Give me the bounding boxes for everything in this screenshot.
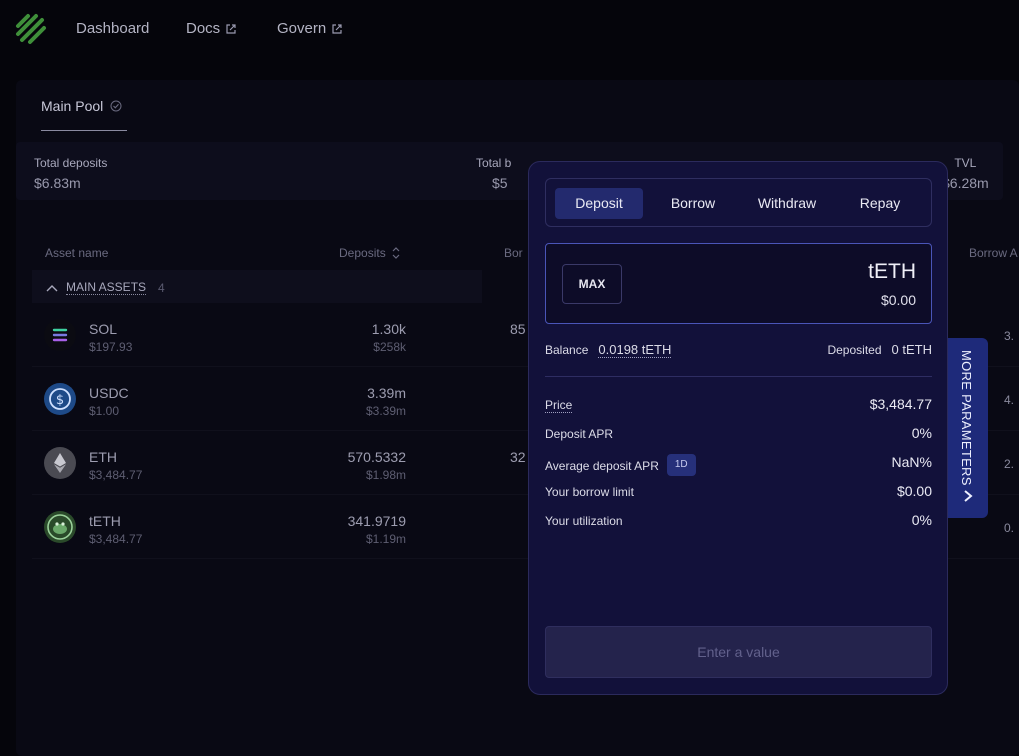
teth-icon — [44, 511, 76, 543]
stat-total-borrows: Total b $5 — [476, 156, 511, 191]
asset-deposits: 341.9719 — [347, 513, 406, 529]
asset-deposits-usd: $3.39m — [365, 404, 406, 418]
asset-borrow-apr: 4. — [1004, 393, 1015, 407]
nav-dashboard[interactable]: Dashboard — [76, 20, 149, 37]
divider — [545, 376, 932, 377]
asset-deposits-usd: $1.19m — [365, 532, 406, 546]
deposited: Deposited 0 tETH — [827, 342, 932, 357]
action-tabs: Deposit Borrow Withdraw Repay — [545, 178, 932, 227]
param-label: Average deposit APR — [545, 459, 659, 473]
submit-button[interactable]: Enter a value — [545, 626, 932, 678]
balance-label: Balance — [545, 343, 589, 357]
col-header-deposits-label: Deposits — [339, 246, 386, 260]
stat-total-deposits: Total deposits $6.83m — [34, 156, 107, 191]
tab-main-pool[interactable]: Main Pool — [41, 98, 122, 114]
param-label: Your utilization — [545, 514, 623, 528]
asset-price: $3,484.77 — [89, 468, 143, 482]
asset-borrow-apr: 3. — [1004, 329, 1015, 343]
tab-withdraw[interactable]: Withdraw — [741, 188, 833, 219]
asset-price: $3,484.77 — [89, 532, 143, 546]
asset-price: $1.00 — [89, 404, 120, 418]
asset-deposits: 1.30k — [371, 321, 406, 337]
asset-name: SOL — [89, 321, 118, 337]
chevron-right-icon — [964, 490, 973, 502]
col-header-deposits[interactable]: Deposits — [339, 246, 400, 260]
token-symbol: tETH — [868, 260, 916, 283]
chevron-up-icon — [46, 284, 58, 291]
group-row-main-assets[interactable]: MAIN ASSETS 4 — [32, 270, 482, 303]
group-label: MAIN ASSETS 4 — [46, 280, 165, 295]
param-price: Price $3,484.77 — [545, 396, 932, 416]
more-parameters-tab[interactable]: MORE PARAMETERS — [948, 338, 988, 518]
param-value: $3,484.77 — [869, 396, 932, 412]
more-parameters-label: MORE PARAMETERS — [959, 350, 974, 486]
group-name: MAIN ASSETS — [66, 280, 147, 295]
nav-docs[interactable]: Docs — [186, 20, 237, 37]
period-badge[interactable]: 1D — [666, 454, 696, 476]
asset-borrows: 32 — [510, 449, 526, 465]
param-value: 0% — [911, 425, 932, 441]
eth-icon — [44, 447, 76, 479]
param-label: Your borrow limit — [545, 485, 634, 499]
stat-value: $6.83m — [34, 175, 81, 191]
balance: Balance 0.0198 tETH — [545, 342, 672, 358]
param-label[interactable]: Price — [545, 398, 573, 413]
asset-deposits-usd: $1.98m — [365, 468, 406, 482]
param-deposit-apr: Deposit APR 0% — [545, 425, 932, 445]
stat-tvl: TVL $6.28m — [942, 156, 989, 191]
deposited-label: Deposited — [827, 343, 882, 357]
nav-govern[interactable]: Govern — [277, 20, 343, 37]
nav-dashboard-label: Dashboard — [76, 20, 150, 37]
external-link-icon — [226, 23, 236, 34]
col-header-borrows[interactable]: Bor — [504, 246, 523, 260]
param-average-deposit-apr: Average deposit APR 1D NaN% — [545, 454, 932, 476]
logo-icon[interactable] — [14, 12, 48, 46]
action-modal: Deposit Borrow Withdraw Repay MAX tETH $… — [528, 161, 948, 695]
nav-docs-label: Docs — [186, 20, 221, 37]
stat-label: Total deposits — [34, 156, 108, 170]
tab-deposit[interactable]: Deposit — [555, 188, 643, 219]
param-utilization: Your utilization 0% — [545, 512, 932, 532]
stat-value: $6.28m — [942, 175, 989, 191]
max-button[interactable]: MAX — [562, 264, 622, 304]
asset-borrow-apr: 0. — [1004, 521, 1015, 535]
param-borrow-limit: Your borrow limit $0.00 — [545, 483, 932, 503]
stat-value: $5 — [492, 175, 508, 191]
top-nav: Dashboard Docs Govern — [0, 0, 1019, 58]
external-link-icon — [332, 23, 342, 34]
balance-value[interactable]: 0.0198 tETH — [598, 342, 672, 358]
usdc-icon: $ — [44, 383, 76, 415]
asset-name: tETH — [89, 513, 121, 529]
verified-check-icon — [110, 100, 122, 112]
token-usd-value: $0.00 — [880, 292, 916, 308]
param-label: Deposit APR — [545, 427, 614, 441]
tab-main-pool-label: Main Pool — [41, 98, 104, 114]
tab-repay[interactable]: Repay — [838, 188, 922, 219]
stat-label: Total b — [476, 156, 512, 170]
asset-borrow-apr: 2. — [1004, 457, 1015, 471]
group-count: 4 — [158, 280, 165, 295]
asset-deposits: 570.5332 — [347, 449, 406, 465]
asset-name: ETH — [89, 449, 117, 465]
asset-deposits: 3.39m — [367, 385, 406, 401]
asset-deposits-usd: $258k — [373, 340, 406, 354]
nav-govern-label: Govern — [277, 20, 327, 37]
col-header-borrow-apr[interactable]: Borrow A — [969, 246, 1018, 260]
asset-borrows: 85 — [510, 321, 526, 337]
asset-name: USDC — [89, 385, 129, 401]
asset-price: $197.93 — [89, 340, 133, 354]
param-value: NaN% — [891, 454, 932, 470]
deposited-value: 0 tETH — [891, 342, 932, 357]
svg-text:$: $ — [56, 393, 64, 408]
amount-input[interactable]: MAX tETH $0.00 — [545, 243, 932, 324]
col-header-asset[interactable]: Asset name — [45, 246, 108, 260]
tab-underline — [41, 130, 127, 131]
tab-borrow[interactable]: Borrow — [649, 188, 737, 219]
param-value: $0.00 — [896, 483, 932, 499]
stat-label: TVL — [954, 156, 977, 170]
sort-icon — [392, 247, 400, 259]
sol-icon — [44, 319, 76, 351]
param-value: 0% — [911, 512, 932, 528]
